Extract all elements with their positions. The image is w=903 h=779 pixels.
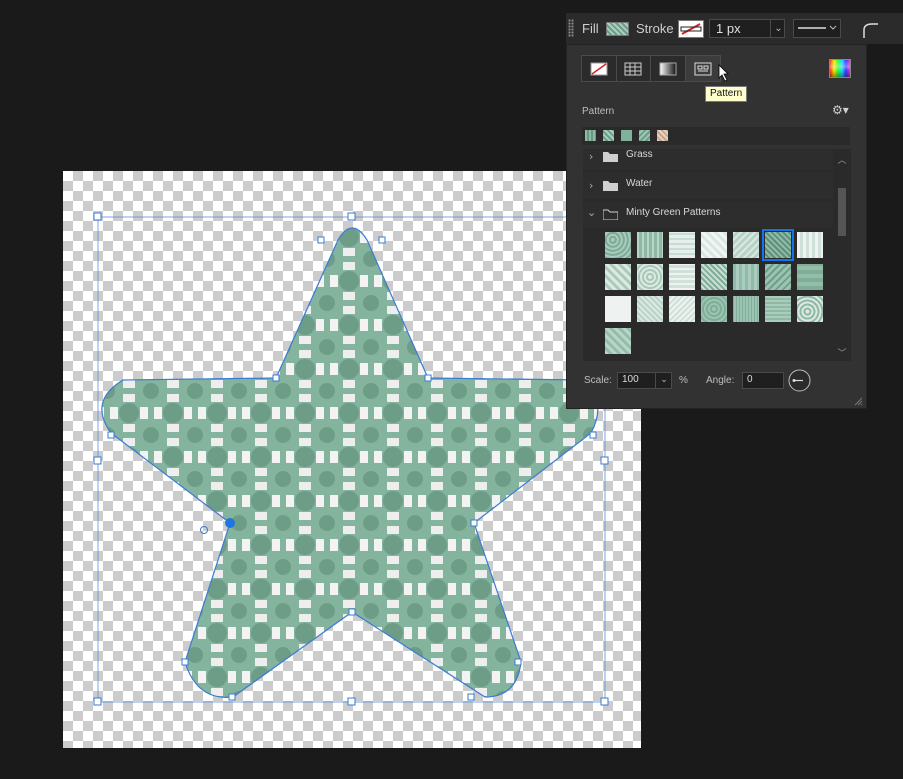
scroll-up-arrow[interactable]: ︿ bbox=[836, 153, 848, 166]
stroke-style-dropdown[interactable] bbox=[793, 19, 841, 38]
pattern-tile[interactable] bbox=[669, 264, 695, 290]
pattern-tile[interactable] bbox=[733, 296, 759, 322]
pattern-tile[interactable] bbox=[669, 296, 695, 322]
pattern-tile[interactable] bbox=[797, 296, 823, 322]
recent-swatch[interactable] bbox=[621, 130, 632, 141]
section-label: Pattern bbox=[582, 106, 615, 117]
grip-icon[interactable] bbox=[568, 19, 574, 37]
percent-label: % bbox=[679, 375, 688, 386]
pattern-tile[interactable] bbox=[605, 264, 631, 290]
pattern-tile[interactable] bbox=[765, 264, 791, 290]
chevron-down-icon[interactable]: ⌄ bbox=[770, 19, 786, 38]
pattern-tile[interactable] bbox=[797, 264, 823, 290]
solid-color-button[interactable] bbox=[617, 56, 651, 81]
folder-icon bbox=[603, 181, 618, 191]
pattern-tooltip: Pattern bbox=[705, 86, 748, 102]
folder-open-icon bbox=[603, 209, 618, 220]
document-canvas[interactable] bbox=[63, 171, 641, 748]
stroke-swatch[interactable] bbox=[678, 20, 704, 38]
fill-label: Fill bbox=[582, 21, 599, 36]
angle-label: Angle: bbox=[706, 375, 735, 386]
pattern-tile[interactable] bbox=[733, 232, 759, 258]
chevron-down-icon: ⌄ bbox=[587, 206, 597, 219]
pattern-tile[interactable] bbox=[605, 296, 631, 322]
pattern-tile[interactable] bbox=[637, 232, 663, 258]
pattern-tile[interactable] bbox=[701, 232, 727, 258]
pattern-tile[interactable] bbox=[605, 328, 631, 354]
gear-icon[interactable]: ⚙▾ bbox=[832, 103, 849, 117]
star-shape bbox=[101, 227, 599, 698]
stroke-label: Stroke bbox=[636, 21, 674, 36]
corner-widget bbox=[200, 526, 208, 534]
fill-type-group bbox=[581, 55, 721, 82]
mouse-cursor-icon bbox=[718, 64, 729, 82]
pattern-tree: › Grass › Water ⌄ Minty Green Patterns bbox=[583, 149, 851, 361]
pattern-icon bbox=[694, 62, 712, 75]
pattern-tile[interactable] bbox=[797, 232, 823, 258]
pattern-tile[interactable] bbox=[701, 264, 727, 290]
no-fill-button[interactable] bbox=[582, 56, 617, 81]
chevron-right-icon: › bbox=[589, 150, 594, 163]
scroll-down-arrow[interactable]: ﹀ bbox=[836, 346, 848, 359]
recent-swatch[interactable] bbox=[603, 130, 614, 141]
pattern-tile-selected[interactable] bbox=[762, 229, 794, 261]
pattern-tile[interactable] bbox=[765, 296, 791, 322]
pattern-tile[interactable] bbox=[669, 232, 695, 258]
pattern-tile[interactable] bbox=[637, 296, 663, 322]
gradient-button[interactable] bbox=[651, 56, 686, 81]
angle-dial-icon[interactable] bbox=[788, 369, 811, 392]
pattern-tile[interactable] bbox=[701, 296, 727, 322]
recent-patterns bbox=[582, 127, 850, 145]
recent-swatch[interactable] bbox=[639, 130, 650, 141]
scale-label: Scale: bbox=[584, 375, 612, 386]
folder-grass[interactable]: › Grass bbox=[583, 149, 833, 170]
pattern-tile[interactable] bbox=[733, 264, 759, 290]
fill-swatch[interactable] bbox=[606, 22, 629, 36]
recent-swatch[interactable] bbox=[657, 130, 668, 141]
folder-minty-green[interactable]: ⌄ Minty Green Patterns bbox=[583, 202, 833, 228]
scrollbar-thumb[interactable] bbox=[838, 188, 846, 236]
recent-swatch[interactable] bbox=[585, 130, 596, 141]
corner-type-icon[interactable] bbox=[860, 20, 880, 40]
star-artwork[interactable] bbox=[63, 171, 641, 748]
angle-input[interactable]: 0 bbox=[742, 372, 784, 389]
selected-anchor bbox=[225, 518, 235, 528]
pattern-tile[interactable] bbox=[637, 264, 663, 290]
chevron-right-icon: › bbox=[589, 179, 594, 192]
grid-icon bbox=[624, 62, 642, 75]
folder-icon bbox=[603, 152, 618, 162]
resize-grip-icon[interactable] bbox=[853, 396, 863, 406]
gradient-icon bbox=[659, 62, 677, 75]
no-fill-icon bbox=[590, 62, 608, 75]
color-picker-icon[interactable] bbox=[829, 59, 851, 78]
chevron-down-icon[interactable]: ⌄ bbox=[655, 372, 672, 389]
pattern-button[interactable] bbox=[685, 56, 720, 81]
pattern-tile[interactable] bbox=[605, 232, 631, 258]
folder-water[interactable]: › Water bbox=[583, 173, 833, 199]
